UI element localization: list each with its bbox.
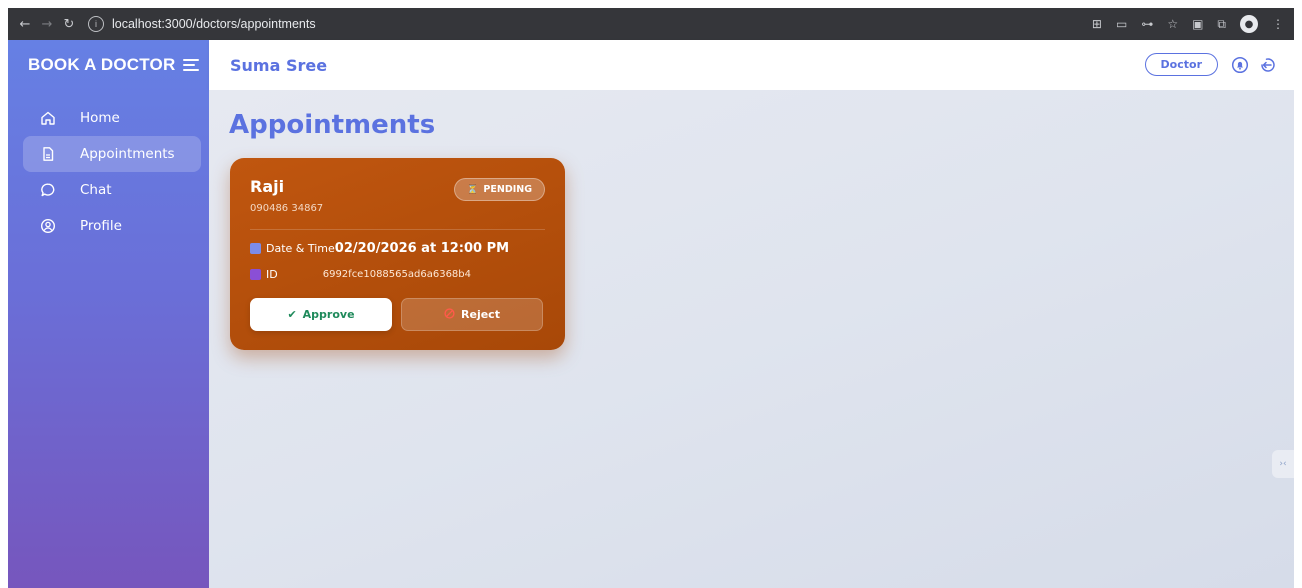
datetime-label: Date & Time [266,242,335,255]
browser-actions: ⊞ ▭ ⊶ ☆ ▣ ⧉ ● ⋮ [1092,8,1284,40]
browser-toolbar: ← → ↻ i localhost:3000/doctors/appointme… [8,8,1294,40]
side-panel-toggle-icon[interactable]: ›‹ [1272,450,1294,478]
extension-icon[interactable]: ▣ [1192,17,1203,31]
profile-icon[interactable]: ● [1240,15,1258,33]
user-circle-icon [38,218,58,234]
patient-name: Raji [250,177,285,196]
status-label: PENDING [483,184,532,195]
user-name: Suma Sree [230,55,328,75]
approve-label: Approve [302,308,355,321]
sidebar-item-home[interactable]: Home [23,100,201,136]
notification-icon[interactable] [1230,55,1250,75]
patient-phone: 090486 34867 [250,203,324,214]
app-window: ← → ↻ i localhost:3000/doctors/appointme… [8,8,1294,588]
chat-icon [38,182,58,198]
star-icon[interactable]: ☆ [1167,17,1178,31]
puzzle-icon[interactable]: ⧉ [1217,17,1226,32]
id-label: ID [266,268,278,281]
address-bar[interactable]: i localhost:3000/doctors/appointments [88,12,1098,36]
translate-icon[interactable]: ⊞ [1092,17,1102,31]
back-icon[interactable]: ← [14,17,36,32]
document-icon [38,146,58,162]
card-divider [250,229,545,230]
url-text: localhost:3000/doctors/appointments [112,17,316,31]
status-badge: ⏳ PENDING [453,178,545,201]
appointment-card: Raji 090486 34867 ⏳ PENDING Date & Time 0… [230,158,565,350]
sidebar: BOOK A DOCTOR Home Appointments Chat Pro… [8,40,209,588]
sidebar-nav: Home Appointments Chat Profile [8,90,209,244]
role-badge[interactable]: Doctor [1144,53,1218,76]
sidebar-item-label: Home [80,110,120,126]
reload-icon[interactable]: ↻ [58,17,80,32]
logout-icon[interactable] [1258,55,1278,75]
id-badge-icon [250,269,261,280]
sidebar-item-appointments[interactable]: Appointments [23,136,201,172]
sidebar-item-label: Chat [80,182,112,198]
sidebar-item-label: Profile [80,218,122,234]
top-header: Suma Sree Doctor [209,40,1294,90]
cast-icon[interactable]: ▭ [1116,17,1127,31]
reject-button[interactable]: Reject [401,298,543,331]
calendar-icon [250,243,261,254]
datetime-value: 02/20/2026 at 12:00 PM [334,241,510,256]
hourglass-icon: ⏳ [466,184,479,195]
home-icon [38,110,58,126]
hamburger-icon[interactable] [183,59,200,71]
page-title: Appointments [229,110,436,140]
menu-icon[interactable]: ⋮ [1272,17,1284,31]
password-key-icon[interactable]: ⊶ [1141,17,1153,31]
brand: BOOK A DOCTOR [8,40,209,90]
brand-title: BOOK A DOCTOR [28,55,176,74]
sidebar-item-label: Appointments [80,146,175,162]
approve-button[interactable]: ✔ Approve [250,298,392,331]
check-icon: ✔ [287,308,297,321]
forward-icon[interactable]: → [36,17,58,32]
sidebar-item-chat[interactable]: Chat [23,172,201,208]
block-icon [444,307,455,322]
datetime-row: Date & Time 02/20/2026 at 12:00 PM [250,241,509,256]
reject-label: Reject [461,308,500,321]
main-content: Appointments Raji 090486 34867 ⏳ PENDING… [209,90,1294,588]
info-icon[interactable]: i [88,16,104,32]
sidebar-item-profile[interactable]: Profile [23,208,201,244]
id-value: 6992fce1088565ad6a6368b4 [322,269,471,280]
id-row: ID 6992fce1088565ad6a6368b4 [250,268,471,281]
